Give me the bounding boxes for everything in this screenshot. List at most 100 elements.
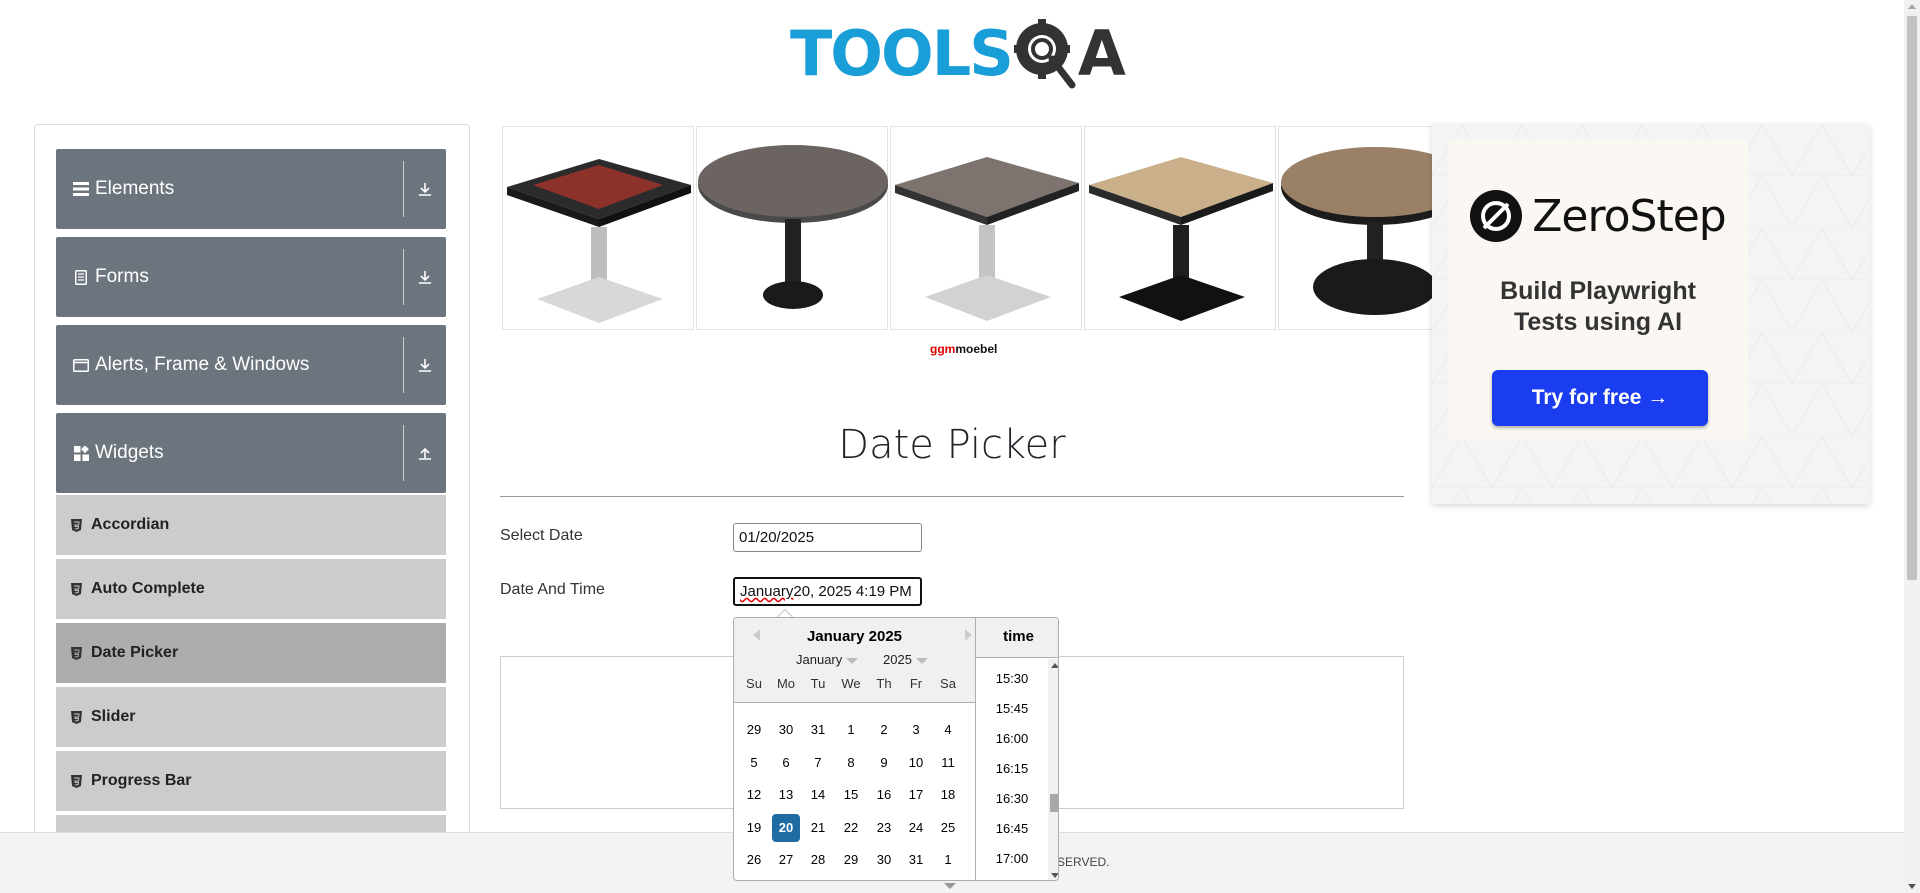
calendar-day[interactable]: 1 [837,716,865,744]
time-option[interactable]: 16:30 [976,791,1048,806]
year-select[interactable]: 2025 [883,652,928,667]
time-option[interactable]: 16:15 [976,761,1048,776]
sidebar-group-alerts-frame-windows[interactable]: Alerts, Frame & Windows [56,325,446,405]
scroll-down-icon[interactable] [1051,873,1058,878]
scroll-down-icon[interactable] [1908,884,1916,889]
ad-banner-products[interactable] [502,126,1432,330]
calendar-day[interactable]: 14 [804,781,832,809]
product-table-image[interactable] [696,126,888,330]
calendar-day[interactable]: 11 [934,749,962,777]
calendar-day[interactable]: 30 [772,716,800,744]
sidebar-item-accordian[interactable]: Accordian [56,495,446,557]
time-list-scrollbar[interactable] [1048,659,1058,880]
time-panel: time 15:30 15:45 16:00 16:15 16:30 16:45 17:00 [975,618,1058,880]
time-option[interactable]: 16:00 [976,731,1048,746]
calendar-day[interactable]: 16 [870,781,898,809]
calendar-day[interactable]: 2 [870,716,898,744]
product-table-image[interactable] [502,126,694,330]
scrollbar-thumb[interactable] [1907,16,1917,580]
date-and-time-input[interactable]: January 20, 2025 4:19 PM [733,577,922,606]
download-arrow-icon[interactable] [404,270,446,284]
sidebar-item-auto-complete[interactable]: Auto Complete [56,559,446,621]
scroll-up-icon[interactable] [1908,4,1916,9]
calendar-day[interactable]: 21 [804,814,832,842]
toolsqa-logo[interactable]: TOOLS A [790,14,1126,94]
logo-text-tools: TOOLS [790,17,1014,90]
scrollbar-thumb[interactable] [1050,794,1058,812]
calendar-day[interactable]: 29 [740,716,768,744]
calendar-day[interactable]: 30 [870,846,898,874]
calendar-day[interactable]: 18 [934,781,962,809]
sidebar-group-label: Widgets [95,442,164,463]
calendar-day[interactable]: 7 [804,749,832,777]
ad-brand-name: ZeroStep [1532,190,1726,242]
calendar-day[interactable]: 6 [772,749,800,777]
sidebar-group-widgets[interactable]: Widgets [56,413,446,493]
calendar-day[interactable]: 31 [804,716,832,744]
day-name: Sa [940,676,956,691]
date-and-time-label: Date And Time [500,581,605,598]
time-list[interactable]: 15:30 15:45 16:00 16:15 16:30 16:45 17:00 [976,659,1058,880]
page-scrollbar[interactable] [1904,0,1920,893]
product-table-image[interactable] [890,126,1082,330]
calendar-day[interactable]: 15 [837,781,865,809]
date-time-rest-text: 20, 2025 4:19 PM [793,583,912,600]
sidebar-item-label: Auto Complete [91,580,205,597]
calendar-header: January 2025 January 2025 Su Mo Tu We Th Fr Sa [734,618,975,703]
day-name: Su [746,676,762,691]
calendar-day[interactable]: 19 [740,814,768,842]
calendar-day[interactable]: 29 [837,846,865,874]
ad-brand-label[interactable]: ggmmoebel [930,342,997,356]
calendar-day[interactable]: 22 [837,814,865,842]
calendar-day[interactable]: 31 [902,846,930,874]
day-name: Mo [776,676,796,691]
calendar-day[interactable]: 25 [934,814,962,842]
time-option[interactable]: 17:00 [976,851,1048,866]
select-date-input[interactable]: 01/20/2025 [733,523,922,552]
time-option[interactable]: 16:45 [976,821,1048,836]
calendar-day[interactable]: 10 [902,749,930,777]
next-month-icon[interactable] [965,629,972,641]
calendar-day[interactable]: 17 [902,781,930,809]
zerostep-logo-icon [1470,190,1523,242]
scroll-up-icon[interactable] [1051,663,1058,668]
footer-text: SERVED. [1057,855,1110,869]
product-table-image[interactable] [1084,126,1276,330]
try-for-free-button[interactable]: Try for free → [1492,370,1708,426]
calendar-day[interactable]: 24 [902,814,930,842]
brand-red-text: ggm [930,342,956,356]
zerostep-ad[interactable]: ZeroStep Build Playwright Tests using AI… [1432,124,1870,504]
gear-magnifier-icon [1013,19,1076,89]
calendar-day[interactable]: 27 [772,846,800,874]
select-date-label: Select Date [500,527,583,544]
calendar-day[interactable]: 9 [870,749,898,777]
widgets-icon [73,445,89,461]
calendar-day[interactable]: 28 [804,846,832,874]
download-arrow-icon[interactable] [404,358,446,372]
calendar-day[interactable]: 12 [740,781,768,809]
month-select[interactable]: January [796,652,858,667]
calendar-day[interactable]: 3 [902,716,930,744]
sidebar-item-slider[interactable]: Slider [56,687,446,749]
sidebar-group-forms[interactable]: Forms [56,237,446,317]
calendar-day[interactable]: 26 [740,846,768,874]
calendar-day[interactable]: 4 [934,716,962,744]
calendar-day[interactable]: 8 [837,749,865,777]
calendar-day[interactable]: 20 [772,814,800,842]
upload-arrow-icon[interactable] [404,446,446,460]
calendar-day[interactable]: 5 [740,749,768,777]
time-option[interactable]: 15:45 [976,701,1048,716]
calendar-day[interactable]: 23 [870,814,898,842]
html5-icon [71,582,83,596]
download-arrow-icon[interactable] [404,182,446,196]
ad-card[interactable]: ZeroStep Build Playwright Tests using AI… [1448,140,1748,440]
time-option[interactable]: 15:30 [976,671,1048,686]
calendar-day[interactable]: 13 [772,781,800,809]
sidebar-item-progress-bar[interactable]: Progress Bar [56,751,446,813]
sidebar-group-elements[interactable]: Elements [56,149,446,229]
ad-tagline: Build Playwright Tests using AI [1448,276,1748,338]
calendar-day[interactable]: 1 [934,846,962,874]
sidebar-item-date-picker[interactable]: Date Picker [56,623,446,685]
day-name: Th [876,676,892,691]
product-table-image[interactable] [1278,126,1432,330]
